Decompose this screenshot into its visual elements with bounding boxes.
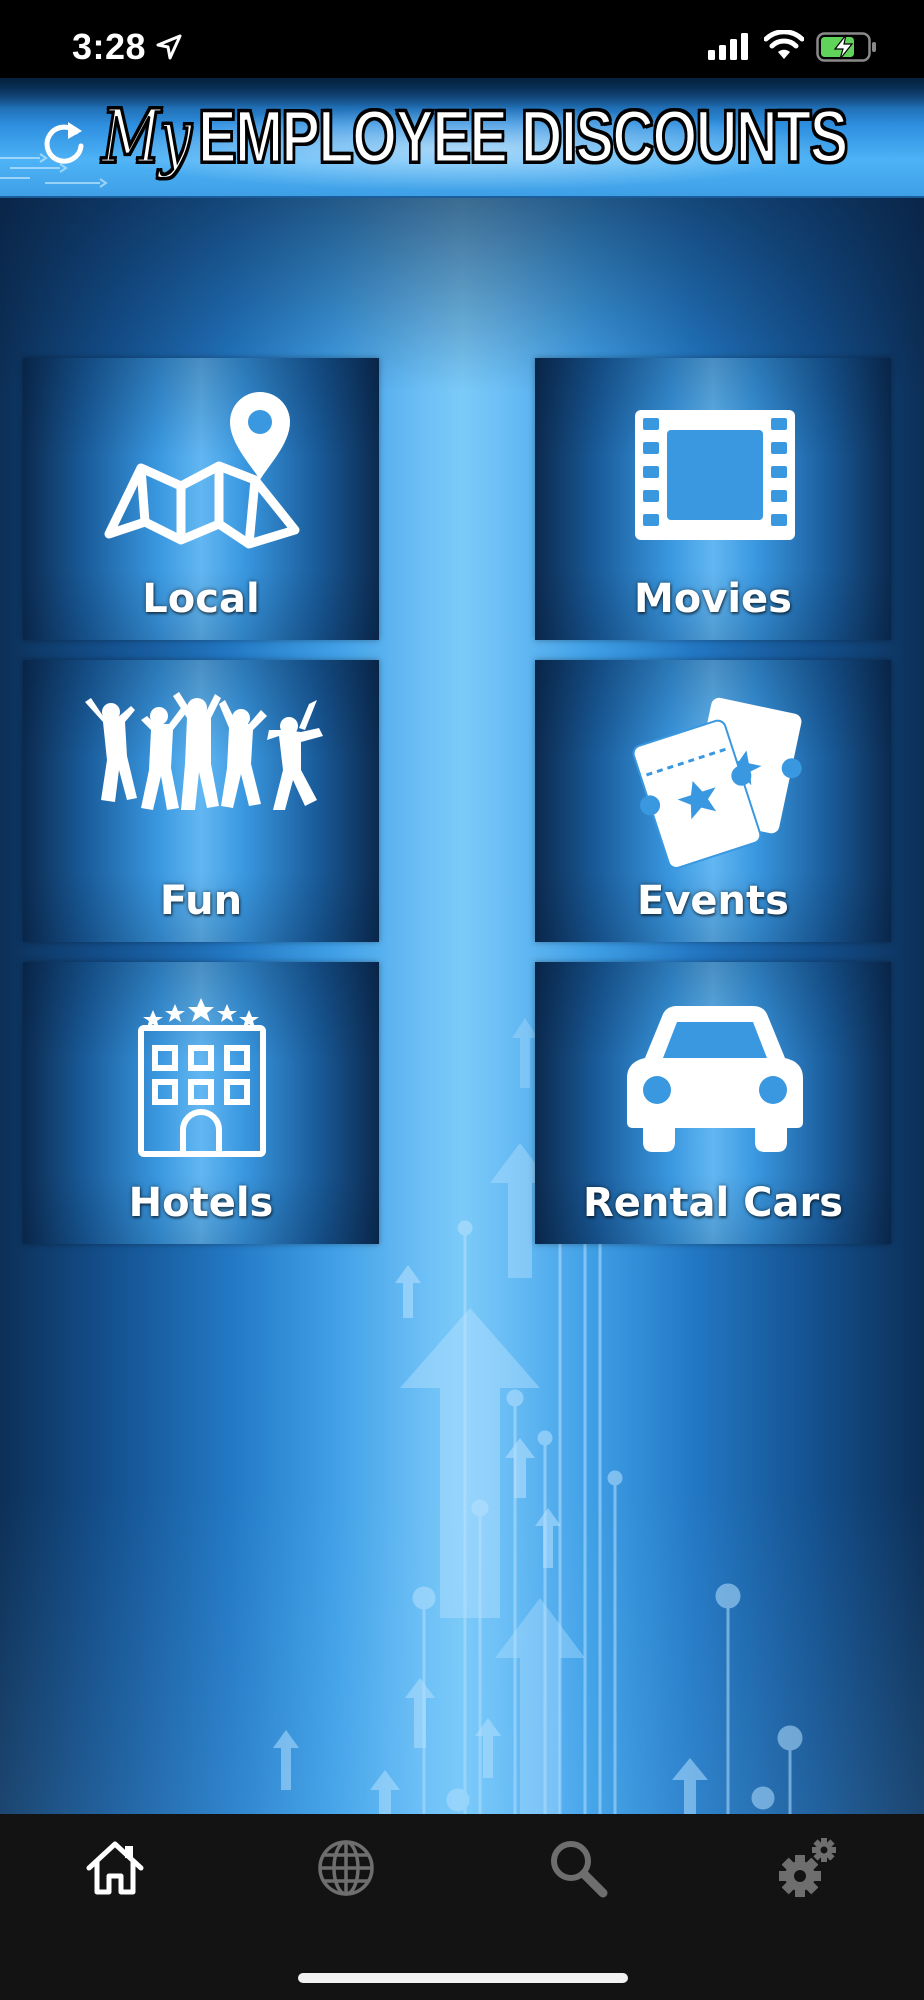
tab-search[interactable]: [538, 1828, 618, 1908]
app-title-main: EMPLOYEE DISCOUNTS: [197, 94, 850, 180]
tile-label: Hotels: [128, 1180, 274, 1226]
tab-bar: [0, 1814, 924, 2000]
tab-settings[interactable]: [768, 1828, 848, 1908]
tile-label: Movies: [633, 576, 792, 622]
home-icon: [86, 1841, 144, 1895]
tile-hotels[interactable]: Hotels: [23, 962, 379, 1244]
app-title-prefix: My: [100, 93, 192, 182]
location-arrow-icon: [156, 34, 182, 60]
globe-icon: [318, 1840, 374, 1896]
main-content: Local Movies Fun Events Hotels Rental Ca…: [0, 198, 924, 1814]
gear-icon: [779, 1838, 836, 1897]
tab-home[interactable]: [75, 1828, 155, 1908]
refresh-icon[interactable]: [38, 118, 90, 170]
tile-label: Local: [142, 576, 260, 622]
status-bar: 3:28: [0, 0, 924, 78]
tile-label: Events: [637, 878, 789, 924]
tab-web[interactable]: [306, 1828, 386, 1908]
battery-charging-icon: [816, 32, 876, 62]
search-icon: [551, 1841, 608, 1898]
tile-label: Rental Cars: [582, 1180, 844, 1226]
cellular-signal-icon: [708, 33, 748, 60]
tile-label: Fun: [159, 878, 243, 924]
app-title: My EMPLOYEE DISCOUNTS: [100, 93, 849, 182]
status-time: 3:28: [72, 26, 147, 67]
home-indicator: [298, 1973, 628, 1983]
tile-movies[interactable]: Movies: [535, 358, 891, 640]
tile-fun[interactable]: Fun: [23, 660, 379, 942]
wifi-icon: [764, 30, 804, 59]
tile-local[interactable]: Local: [23, 358, 379, 640]
tile-events[interactable]: Events: [535, 660, 891, 942]
app-header: My EMPLOYEE DISCOUNTS: [0, 78, 924, 198]
tile-rental-cars[interactable]: Rental Cars: [535, 962, 891, 1244]
